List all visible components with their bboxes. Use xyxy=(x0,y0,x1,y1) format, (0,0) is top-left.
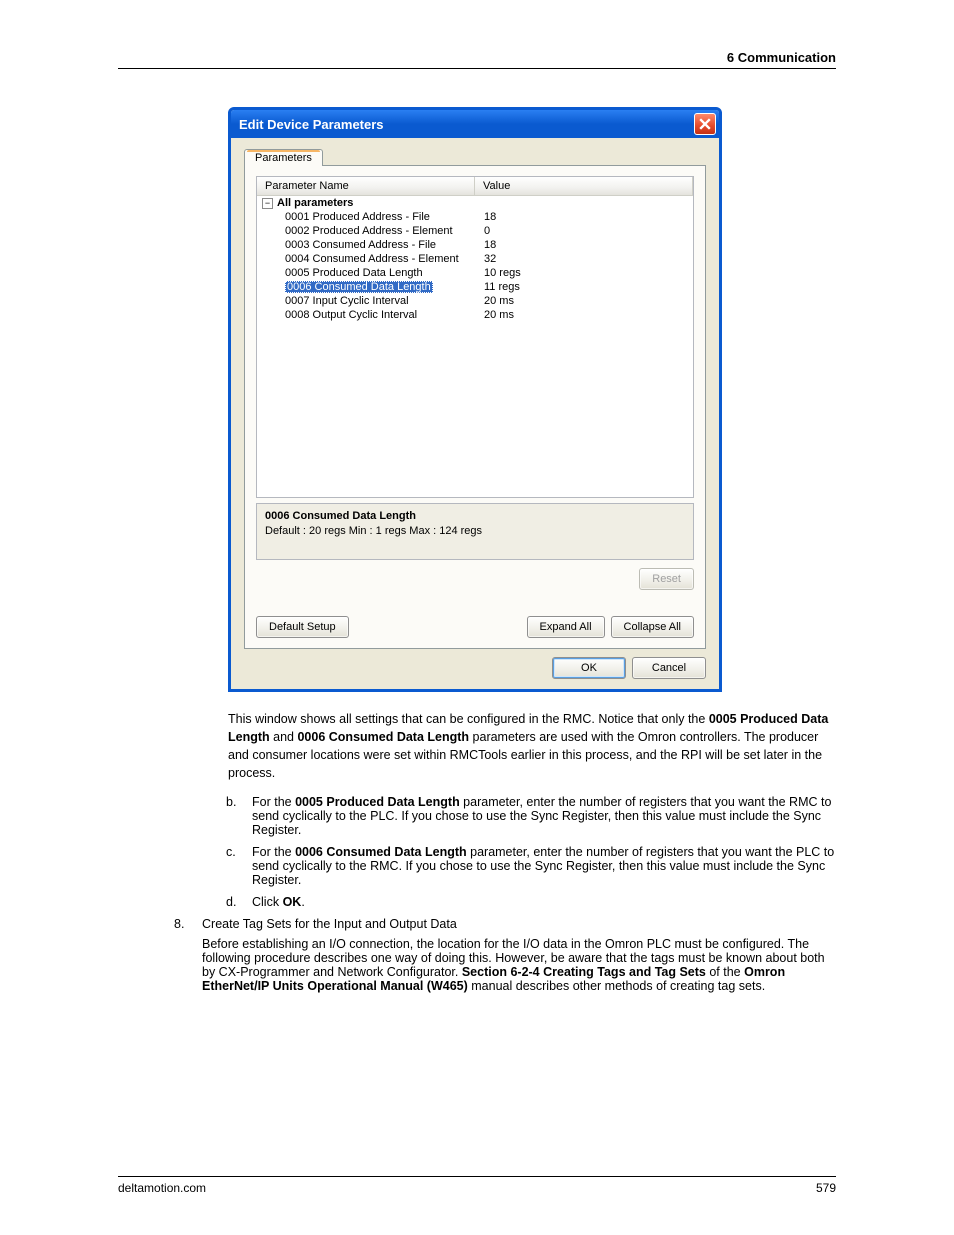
tab-parameters[interactable]: Parameters xyxy=(244,149,323,166)
table-row[interactable]: 0008 Output Cyclic Interval20 ms xyxy=(257,308,693,322)
step-8-title: Create Tag Sets for the Input and Output… xyxy=(202,917,836,931)
dialog-caption: This window shows all settings that can … xyxy=(228,710,836,783)
titlebar: Edit Device Parameters xyxy=(231,110,719,138)
footer-site: deltamotion.com xyxy=(118,1181,206,1195)
parameter-grid: Parameter Name Value −All parameters0001… xyxy=(256,176,694,498)
table-row[interactable]: 0005 Produced Data Length10 regs xyxy=(257,266,693,280)
parameter-detail: 0006 Consumed Data Length Default : 20 r… xyxy=(256,503,694,560)
list-marker: c. xyxy=(226,845,252,887)
step-b: b. For the 0005 Produced Data Length par… xyxy=(226,795,836,837)
table-row[interactable]: 0003 Consumed Address - File18 xyxy=(257,238,693,252)
dialog-title: Edit Device Parameters xyxy=(239,117,384,132)
table-row[interactable]: 0002 Produced Address - Element0 xyxy=(257,224,693,238)
ok-button[interactable]: OK xyxy=(552,657,626,679)
default-setup-button[interactable]: Default Setup xyxy=(256,616,349,638)
reset-button[interactable]: Reset xyxy=(639,568,694,590)
list-marker: d. xyxy=(226,895,252,909)
list-marker: b. xyxy=(226,795,252,837)
page-footer: deltamotion.com 579 xyxy=(118,1176,836,1195)
page-header: 6 Communication xyxy=(118,50,836,69)
edit-device-parameters-dialog: Edit Device Parameters Parameters Parame… xyxy=(228,107,722,692)
detail-title: 0006 Consumed Data Length xyxy=(265,510,685,522)
table-row[interactable]: 0006 Consumed Data Length11 regs xyxy=(257,280,693,294)
list-marker: 8. xyxy=(174,917,202,993)
column-header-value[interactable]: Value xyxy=(475,177,693,195)
tab-panel: Parameter Name Value −All parameters0001… xyxy=(244,165,706,649)
collapse-all-button[interactable]: Collapse All xyxy=(611,616,694,638)
table-row[interactable]: 0004 Consumed Address - Element32 xyxy=(257,252,693,266)
step-8-body: Before establishing an I/O connection, t… xyxy=(202,937,836,993)
column-header-name[interactable]: Parameter Name xyxy=(257,177,475,195)
header-title: 6 Communication xyxy=(727,50,836,65)
tree-group-all-parameters[interactable]: −All parameters xyxy=(257,196,693,210)
close-icon[interactable] xyxy=(694,113,716,135)
table-row[interactable]: 0001 Produced Address - File18 xyxy=(257,210,693,224)
step-d: d. Click OK. xyxy=(226,895,836,909)
cancel-button[interactable]: Cancel xyxy=(632,657,706,679)
footer-page-number: 579 xyxy=(816,1181,836,1195)
step-8: 8. Create Tag Sets for the Input and Out… xyxy=(174,917,836,993)
expand-all-button[interactable]: Expand All xyxy=(527,616,605,638)
detail-info: Default : 20 regs Min : 1 regs Max : 124… xyxy=(265,525,685,537)
collapse-icon[interactable]: − xyxy=(262,198,273,209)
table-row[interactable]: 0007 Input Cyclic Interval20 ms xyxy=(257,294,693,308)
step-c: c. For the 0006 Consumed Data Length par… xyxy=(226,845,836,887)
